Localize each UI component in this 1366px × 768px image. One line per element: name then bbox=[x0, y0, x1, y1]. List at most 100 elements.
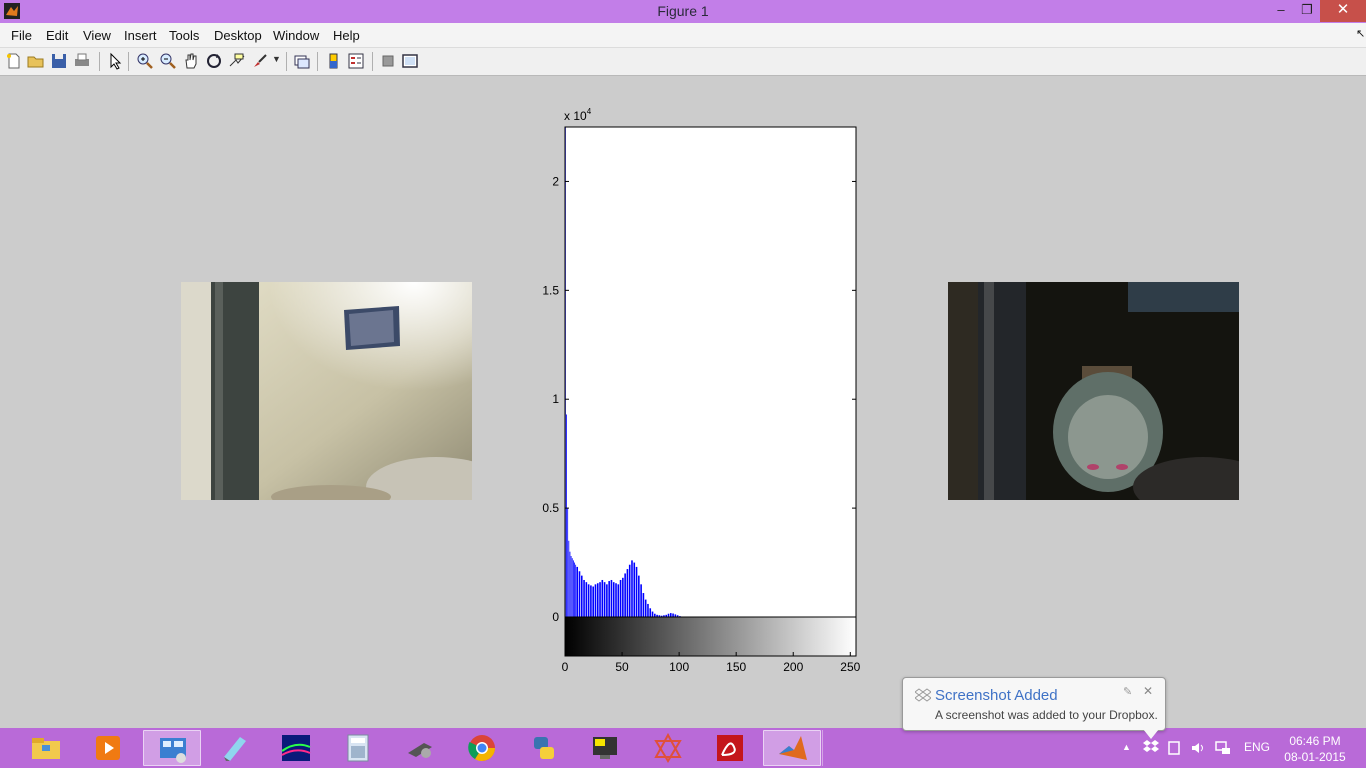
histogram-bar bbox=[576, 566, 579, 617]
edit-plot-icon[interactable] bbox=[106, 52, 124, 70]
restore-button[interactable]: ❐ bbox=[1296, 0, 1318, 22]
insert-colorbar-icon[interactable] bbox=[325, 52, 343, 70]
x-tick-label: 150 bbox=[726, 660, 746, 674]
zoom-out-icon[interactable] bbox=[159, 52, 177, 70]
y-tick-label: 0 bbox=[552, 610, 559, 624]
histogram-bar bbox=[672, 613, 674, 617]
taskbar-file-explorer[interactable] bbox=[17, 730, 75, 766]
data-cursor-icon[interactable] bbox=[228, 52, 246, 70]
histogram-bar bbox=[583, 579, 585, 617]
menu-window[interactable]: Window bbox=[273, 28, 319, 43]
action-center-icon[interactable] bbox=[1166, 740, 1182, 756]
undock-arrow-icon[interactable]: ↖ bbox=[1356, 27, 1365, 40]
menu-file[interactable]: File bbox=[11, 28, 32, 43]
pan-icon[interactable] bbox=[182, 52, 200, 70]
histogram-bar bbox=[633, 562, 636, 617]
show-hidden-icons-button[interactable]: ▲ bbox=[1122, 742, 1131, 752]
taskbar-wallpaper-app[interactable] bbox=[267, 730, 325, 766]
new-figure-icon[interactable] bbox=[5, 52, 23, 70]
brush-dropdown-icon[interactable]: ▼ bbox=[272, 54, 281, 64]
dropbox-notification[interactable]: Screenshot Added A screenshot was added … bbox=[902, 677, 1166, 739]
notification-title: Screenshot Added bbox=[935, 687, 1058, 704]
dropbox-tray-icon[interactable] bbox=[1143, 738, 1159, 756]
taskbar-matlab[interactable] bbox=[763, 730, 821, 766]
title-bar: Figure 1 – ❐ ✕ bbox=[0, 0, 1366, 23]
print-icon[interactable] bbox=[73, 52, 91, 70]
x-tick-label: 100 bbox=[669, 660, 689, 674]
rotate-3d-icon[interactable] bbox=[205, 52, 223, 70]
toolbar-separator bbox=[372, 52, 373, 71]
network-icon[interactable] bbox=[1214, 740, 1232, 756]
taskbar-calculator[interactable] bbox=[329, 730, 387, 766]
histogram-bar bbox=[585, 582, 588, 617]
menu-help[interactable]: Help bbox=[333, 28, 360, 43]
taskbar-divider bbox=[822, 730, 823, 766]
toolbar-separator bbox=[286, 52, 287, 71]
histogram-bar bbox=[566, 414, 567, 617]
hide-plot-tools-icon[interactable] bbox=[379, 52, 397, 70]
histogram-bar bbox=[644, 599, 647, 617]
menu-view[interactable]: View bbox=[83, 28, 111, 43]
minimize-button[interactable]: – bbox=[1270, 0, 1292, 22]
window-title: Figure 1 bbox=[657, 3, 709, 19]
grayscale-colorbar bbox=[565, 617, 856, 656]
matlab-icon bbox=[779, 736, 807, 760]
toolbar-separator bbox=[128, 52, 129, 71]
toolbar-separator bbox=[317, 52, 318, 71]
link-plot-icon[interactable] bbox=[293, 52, 311, 70]
chrome-icon bbox=[468, 735, 496, 762]
plot-area bbox=[565, 127, 856, 617]
histogram-bar bbox=[619, 579, 622, 617]
histogram-bar bbox=[622, 577, 624, 617]
histogram-bar bbox=[596, 583, 599, 617]
pin-icon[interactable]: ✎ bbox=[1123, 685, 1132, 698]
y-tick-label: 2 bbox=[552, 174, 559, 188]
notification-pointer bbox=[1143, 729, 1159, 739]
taskbar-notepad[interactable] bbox=[205, 730, 263, 766]
histogram-bar bbox=[570, 556, 572, 617]
taskbar-acrobat[interactable] bbox=[701, 730, 759, 766]
input-language-indicator[interactable]: ENG bbox=[1244, 740, 1270, 754]
insert-legend-icon[interactable] bbox=[347, 52, 365, 70]
menu-insert[interactable]: Insert bbox=[124, 28, 157, 43]
monitor-app-icon bbox=[593, 737, 617, 759]
x-tick-label: 0 bbox=[562, 660, 569, 674]
close-button[interactable]: ✕ bbox=[1320, 0, 1366, 22]
save-icon[interactable] bbox=[50, 52, 68, 70]
zoom-in-icon[interactable] bbox=[136, 52, 154, 70]
histogram-chart[interactable]: 0 0.5 1 1.5 2 x 104 0 50 100 150 200 250 bbox=[540, 100, 870, 682]
histogram-bar bbox=[587, 584, 590, 617]
histogram-bar bbox=[617, 584, 620, 617]
taskbar-control-panel[interactable] bbox=[143, 730, 201, 766]
taskbar-python[interactable] bbox=[515, 730, 573, 766]
calculator-icon bbox=[347, 734, 369, 762]
histogram-bar bbox=[580, 575, 583, 617]
open-file-icon[interactable] bbox=[27, 52, 45, 70]
histogram-bar bbox=[574, 562, 575, 617]
menu-edit[interactable]: Edit bbox=[46, 28, 68, 43]
clock-date: 08-01-2015 bbox=[1284, 750, 1346, 764]
notification-close-icon[interactable]: ✕ bbox=[1143, 684, 1153, 698]
histogram-bar bbox=[640, 584, 642, 617]
histogram-bar bbox=[603, 582, 606, 617]
histogram-bar bbox=[642, 593, 645, 617]
histogram-bar bbox=[610, 579, 613, 617]
brush-icon[interactable] bbox=[251, 52, 269, 70]
taskbar-chrome[interactable] bbox=[453, 730, 511, 766]
show-plot-tools-icon[interactable] bbox=[401, 52, 419, 70]
histogram-bar bbox=[628, 564, 631, 617]
menu-tools[interactable]: Tools bbox=[169, 28, 199, 43]
media-player-icon bbox=[96, 736, 120, 760]
clock-time: 06:46 PM bbox=[1289, 734, 1341, 748]
notification-message: A screenshot was added to your Dropbox. bbox=[935, 708, 1158, 722]
histogram-bar bbox=[608, 581, 610, 617]
taskbar-3d-app[interactable] bbox=[639, 730, 697, 766]
taskbar-disk-utility[interactable] bbox=[391, 730, 449, 766]
y-exponent-label: x 104 bbox=[564, 107, 592, 123]
clock[interactable]: 06:46 PM 08-01-2015 bbox=[1278, 733, 1352, 765]
histogram-bar bbox=[578, 571, 581, 617]
taskbar-media-player[interactable] bbox=[79, 730, 137, 766]
taskbar-monitor-app[interactable] bbox=[577, 730, 635, 766]
volume-icon[interactable] bbox=[1190, 740, 1206, 756]
menu-desktop[interactable]: Desktop bbox=[214, 28, 262, 43]
